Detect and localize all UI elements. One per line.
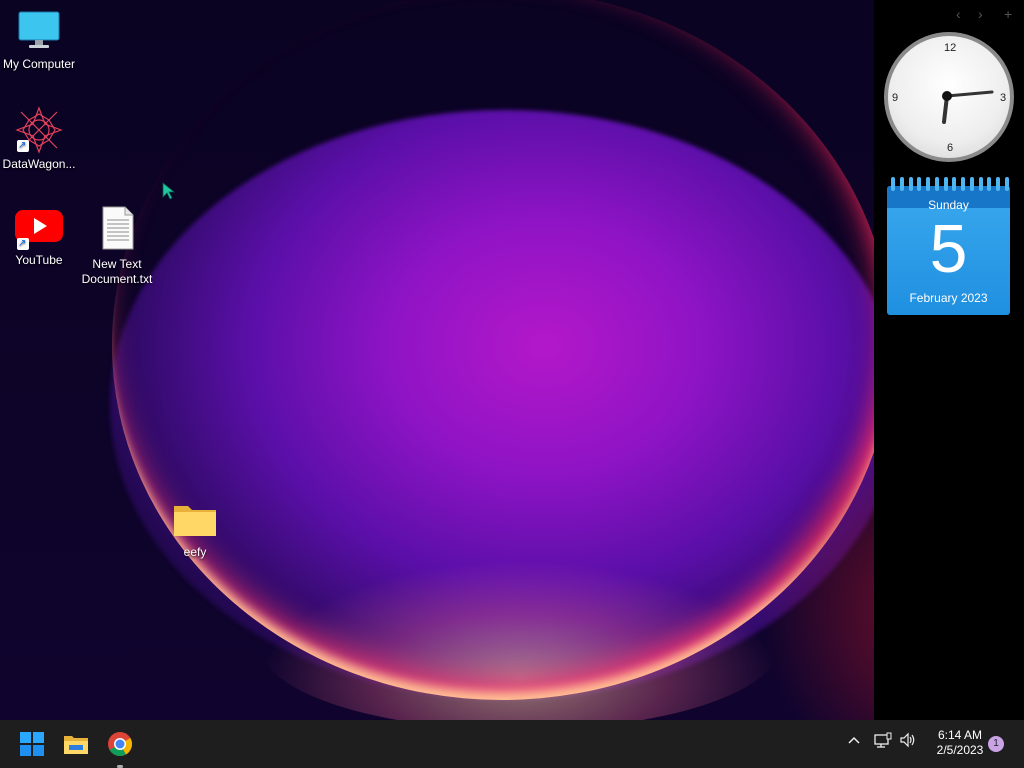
calendar-month-year: February 2023 [909,291,988,305]
folder-icon [174,506,216,536]
text-file-icon [102,206,134,250]
notification-badge[interactable]: 1 [988,736,1004,752]
calendar-gadget[interactable]: Sunday 5 February 2023 [887,177,1010,315]
desktop-icon-text-document[interactable]: New Text Document.txt [78,206,156,287]
network-icon [874,732,892,748]
show-hidden-icons-button[interactable] [848,732,860,749]
chevron-up-icon [848,736,860,744]
desktop-icon-eefy-folder[interactable]: eefy [156,500,234,560]
sidebar-next-button[interactable]: › [978,6,983,22]
volume-button[interactable] [899,732,917,752]
taskbar-time: 6:14 AM [937,728,983,742]
chrome-button[interactable] [104,728,136,768]
wallpaper-corner [760,420,874,720]
start-button[interactable] [16,728,48,760]
taskbar: 6:14 AM 2/5/2023 [0,720,1024,768]
monitor-icon [18,11,60,48]
desktop-icon-youtube[interactable]: YouTube [0,206,78,268]
calendar-day-number: 5 [929,211,968,287]
calendar-weekday: Sunday [928,198,969,212]
sidebar-prev-button[interactable]: ‹ [956,6,961,22]
shortcut-arrow-icon [17,236,29,251]
clock-hands-icon [942,90,994,124]
desktop-icon-my-computer[interactable]: My Computer [0,10,78,72]
network-button[interactable] [874,732,892,752]
clock-gadget[interactable]: 12 3 6 9 [884,32,1014,162]
taskbar-date: 2/5/2023 [936,743,984,757]
chrome-icon [108,732,133,757]
desktop-icon-datawagon[interactable]: DataWagon... [0,106,78,172]
speaker-icon [900,732,915,748]
start-icon [20,732,44,756]
file-explorer-button[interactable] [60,728,92,760]
calendar-rings [891,177,1009,191]
sidebar-add-gadget-button[interactable]: + [1004,6,1012,22]
clock-date-button[interactable]: 6:14 AM 2/5/2023 [922,728,998,758]
desktop-wallpaper: My Computer DataWagon... YouTu [0,0,874,720]
shortcut-arrow-icon [17,138,29,153]
file-explorer-icon [64,736,88,754]
mouse-cursor-icon [162,182,176,200]
